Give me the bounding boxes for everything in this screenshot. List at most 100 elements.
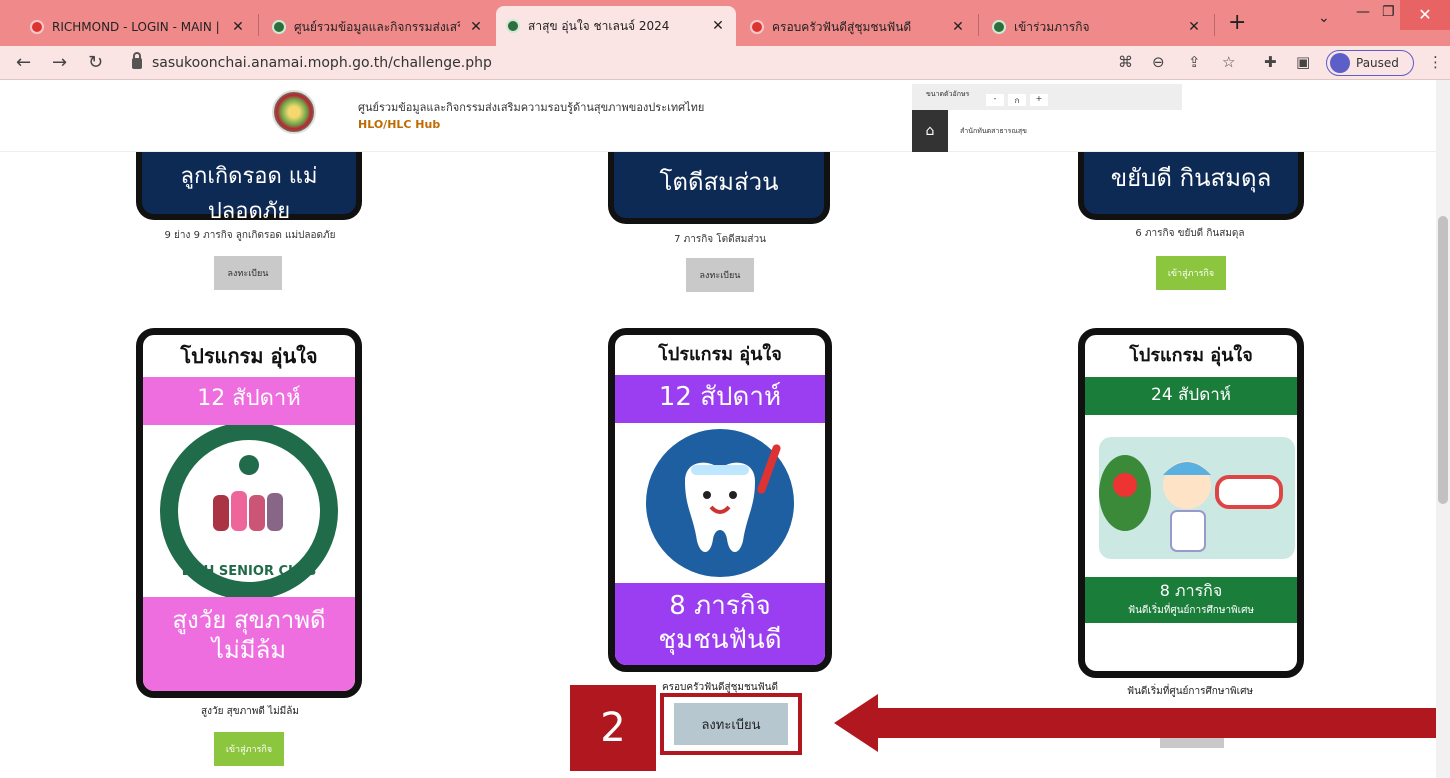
dentist-with-teeth-icon <box>1099 437 1295 559</box>
tab-separator <box>258 14 259 36</box>
poster-slogan-line1: สูงวัย สุขภาพดี <box>172 606 326 634</box>
anamai-favicon-icon <box>750 20 764 34</box>
poster-slogan-line1: 8 ภารกิจ <box>669 591 771 621</box>
senior-club-seal: DOH SENIOR CLUB <box>143 422 355 600</box>
card-caption: สูงวัย สุขภาพดี ไม่มีล้ม <box>201 706 299 717</box>
lock-icon <box>132 51 142 69</box>
tab-separator <box>978 14 979 36</box>
tab-richmond-login[interactable]: RICHMOND - LOGIN - MAIN | ✕ <box>20 8 256 46</box>
poster-duration: 12 สัปดาห์ <box>143 377 355 425</box>
program-card-banner[interactable]: ลูกเกิดรอด แม่ปลอดภัย <box>136 152 362 224</box>
tab-title: ครอบครัวฟันดีสู่ชุมชนฟันดี <box>772 19 912 34</box>
tab-title: เข้าร่วมภารกิจ <box>1014 19 1090 34</box>
restore-icon[interactable]: ❐ <box>1382 4 1395 20</box>
minimize-icon[interactable]: — <box>1356 4 1370 20</box>
tab-family-teeth[interactable]: ครอบครัวฟันดีสู่ชุมชนฟันดี ✕ <box>740 8 976 46</box>
extensions-puzzle-icon[interactable]: ✚ <box>1264 53 1277 71</box>
tab-close-icon[interactable]: ✕ <box>230 19 246 35</box>
share-icon[interactable]: ⇪ <box>1188 53 1201 71</box>
dentist-illustration <box>1085 415 1297 577</box>
tab-challenge[interactable]: สาสุข อุ่นใจ ชาเลนจ์ 2024 ✕ <box>496 6 736 46</box>
program-poster-special-school[interactable]: โปรแกรม อุ่นใจ 24 สัปดาห์ 8 ภารกิจ ฟันดี… <box>1078 328 1304 678</box>
bookmark-star-icon[interactable]: ☆ <box>1222 53 1235 71</box>
tab-join-mission[interactable]: เข้าร่วมภารกิจ ✕ <box>982 8 1212 46</box>
register-button[interactable]: ลงทะเบียน <box>214 256 282 290</box>
poster-heading: โปรแกรม อุ่นใจ <box>180 344 318 368</box>
program-poster-teeth[interactable]: โปรแกรม อุ่นใจ 12 สัปดาห์ 8 ภารกิจ ชุมชน… <box>608 328 832 672</box>
card-caption: 9 ย่าง 9 ภารกิจ ลูกเกิดรอด แม่ปลอดภัย <box>164 230 336 241</box>
tab-close-icon[interactable]: ✕ <box>468 19 484 35</box>
register-button[interactable]: ลงทะเบียน <box>674 703 788 745</box>
font-normal-button[interactable]: ก <box>1008 94 1026 106</box>
tab-hub[interactable]: ศูนย์รวมข้อมูลและกิจกรรมส่งเสริม ✕ <box>262 8 494 46</box>
page-scrollbar[interactable] <box>1436 80 1450 778</box>
tab-title: ศูนย์รวมข้อมูลและกิจกรรมส่งเสริม <box>294 19 460 34</box>
font-size-label: ขนาดตัวอักษร <box>926 90 970 98</box>
register-button[interactable]: ลงทะเบียน <box>686 258 754 292</box>
poster-duration: 24 สัปดาห์ <box>1085 377 1297 415</box>
poster-slogan: 8 ภารกิจ ชุมชนฟันดี <box>615 583 825 665</box>
url-text: sasukoonchai.anamai.moph.go.th/challenge… <box>152 55 492 71</box>
font-decrease-button[interactable]: - <box>986 94 1004 106</box>
department-link[interactable]: สำนักทันตสาธารณสุข <box>960 126 1027 137</box>
side-panel-icon[interactable]: ▣ <box>1296 53 1310 71</box>
enter-mission-button[interactable]: เข้าสู่ภารกิจ <box>214 732 284 766</box>
translate-icon[interactable]: ⌘ <box>1118 53 1133 71</box>
poster-duration: 12 สัปดาห์ <box>615 375 825 423</box>
tab-title: RICHMOND - LOGIN - MAIN | <box>52 20 220 34</box>
window-close-icon[interactable]: ✕ <box>1400 0 1450 30</box>
card-banner-text: โตดีสมส่วน <box>659 168 779 196</box>
tab-search-chevron-icon[interactable]: ⌄ <box>1318 10 1330 26</box>
smiling-tooth-icon <box>646 429 794 577</box>
font-size-controls: ขนาดตัวอักษร - ก + <box>912 84 1182 110</box>
poster-slogan-line2: ชุมชนฟันดี <box>658 625 782 655</box>
new-tab-plus-icon[interactable]: + <box>1228 10 1246 35</box>
poster-heading: โปรแกรม อุ่นใจ <box>1129 345 1253 366</box>
card-banner-text: ลูกเกิดรอด แม่ปลอดภัย <box>180 164 318 224</box>
seal-text: DOH SENIOR CLUB <box>182 564 317 579</box>
pointer-arrow-icon <box>834 694 1436 752</box>
anamai-favicon-icon <box>506 19 520 33</box>
program-card-banner[interactable]: โตดีสมส่วน <box>608 152 830 224</box>
program-card-banner[interactable]: ขยับดี กินสมดุล <box>1078 152 1304 220</box>
poster-slogan-line1: 8 ภารกิจ <box>1159 581 1223 600</box>
poster-slogan-line2: ไม่มีล้ม <box>211 636 287 664</box>
card-caption: 7 ภารกิจ โตดีสมส่วน <box>674 234 766 245</box>
home-icon[interactable]: ⌂ <box>912 110 948 152</box>
poster-slogan: สูงวัย สุขภาพดี ไม่มีล้ม <box>143 597 355 691</box>
tab-close-icon[interactable]: ✕ <box>1186 19 1202 35</box>
font-increase-button[interactable]: + <box>1030 94 1048 106</box>
browser-toolbar: ← → ↻ sasukoonchai.anamai.moph.go.th/cha… <box>0 46 1450 80</box>
tooth-illustration <box>615 423 825 583</box>
card-caption: 6 ภารกิจ ขยับดี กินสมดุล <box>1135 228 1245 239</box>
highlighted-register-frame: ลงทะเบียน <box>660 693 802 755</box>
zoom-icon[interactable]: ⊖ <box>1152 53 1165 71</box>
tab-close-icon[interactable]: ✕ <box>710 18 726 34</box>
browser-tab-strip: RICHMOND - LOGIN - MAIN | ✕ ศูนย์รวมข้อม… <box>0 0 1450 46</box>
card-banner-text: ขยับดี กินสมดุล <box>1110 164 1272 192</box>
anamai-favicon-icon <box>272 20 286 34</box>
forward-arrow-icon[interactable]: → <box>52 52 67 73</box>
profile-button[interactable]: Paused <box>1326 50 1414 76</box>
tab-close-icon[interactable]: ✕ <box>950 19 966 35</box>
hub-subtitle[interactable]: HLO/HLC Hub <box>358 118 440 131</box>
reload-icon[interactable]: ↻ <box>88 52 103 73</box>
poster-slogan-line2: ฟันดีเริ่มที่ศูนย์การศึกษาพิเศษ <box>1127 605 1255 616</box>
anamai-favicon-icon <box>992 20 1006 34</box>
profile-status: Paused <box>1356 56 1399 70</box>
richmond-favicon-icon <box>30 20 44 34</box>
poster-heading: โปรแกรม อุ่นใจ <box>658 344 782 365</box>
tab-title: สาสุข อุ่นใจ ชาเลนจ์ 2024 <box>528 18 670 33</box>
tab-separator <box>1214 14 1215 36</box>
senior-club-seal-icon: DOH SENIOR CLUB <box>160 422 338 600</box>
menu-kebab-icon[interactable]: ⋮ <box>1428 53 1443 71</box>
scrollbar-thumb[interactable] <box>1438 216 1448 504</box>
address-bar[interactable]: sasukoonchai.anamai.moph.go.th/challenge… <box>118 50 1108 76</box>
enter-mission-button[interactable]: เข้าสู่ภารกิจ <box>1156 256 1226 290</box>
challenge-content: ลูกเกิดรอด แม่ปลอดภัย 9 ย่าง 9 ภารกิจ ลู… <box>0 152 1436 778</box>
program-poster-senior[interactable]: โปรแกรม อุ่นใจ 12 สัปดาห์ DOH SENIOR CLU… <box>136 328 362 698</box>
back-arrow-icon[interactable]: ← <box>16 52 31 73</box>
hub-title: ศูนย์รวมข้อมูลและกิจกรรมส่งเสริมความรอบร… <box>358 101 705 114</box>
poster-slogan: 8 ภารกิจ ฟันดีเริ่มที่ศูนย์การศึกษาพิเศษ <box>1085 577 1297 623</box>
hub-logo[interactable] <box>272 90 316 134</box>
